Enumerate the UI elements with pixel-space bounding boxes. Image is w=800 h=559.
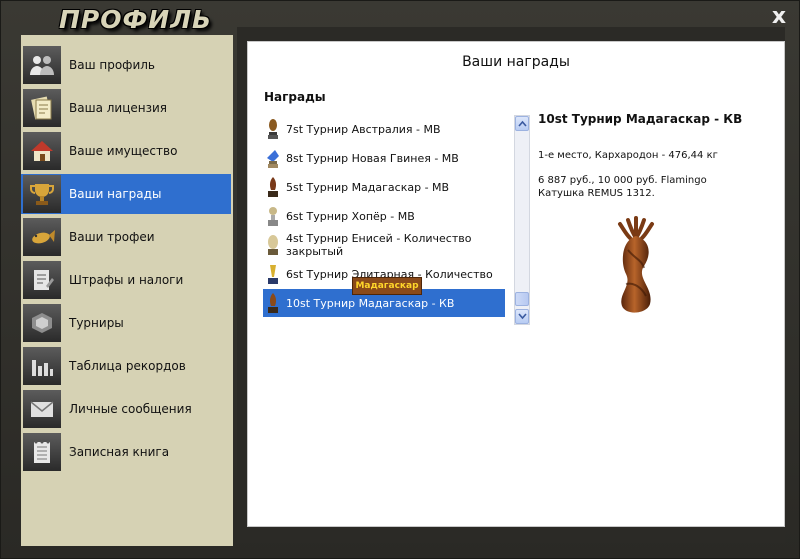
- trophy-icon: [268, 207, 278, 226]
- trophy-icon: [268, 265, 278, 284]
- sidebar-item-label: Ваши трофеи: [69, 230, 155, 244]
- sidebar-item-label: Ваши награды: [69, 187, 162, 201]
- list-item[interactable]: 6st Турнир Хопёр - МВ: [263, 202, 505, 230]
- award-name: 4st Турнир Енисей - Количество закрытый: [286, 232, 472, 258]
- awards-scrollbar[interactable]: [514, 115, 530, 325]
- sidebar-item-records[interactable]: Таблица рекордов: [21, 346, 231, 386]
- sidebar-item-label: Штрафы и налоги: [69, 273, 184, 287]
- sidebar-item-label: Турниры: [69, 316, 124, 330]
- chevron-up-icon: [518, 120, 527, 127]
- house-icon: [23, 132, 61, 170]
- profile-window: ПРОФИЛЬ x Ваш профиль Ваша лицензия Ваше…: [0, 0, 800, 559]
- sidebar-item-awards[interactable]: Ваши награды: [21, 174, 231, 214]
- trophy-icon: [268, 293, 278, 313]
- tournament-icon: [23, 304, 61, 342]
- fish-icon: [23, 218, 61, 256]
- awards-panel: Ваши награды Награды 7st Турнир Австрали…: [247, 41, 785, 527]
- sidebar-item-trophies[interactable]: Ваши трофеи: [21, 217, 231, 257]
- award-detail-prize: 6 887 руб., 10 000 руб. Flamingo Катушка…: [538, 175, 707, 199]
- scroll-thumb[interactable]: [515, 292, 529, 306]
- close-icon: x: [771, 4, 787, 29]
- trophy-icon: [23, 175, 61, 213]
- scroll-down-button[interactable]: [515, 309, 529, 324]
- award-name: 8st Турнир Новая Гвинея - МВ: [286, 151, 459, 165]
- window-title: ПРОФИЛЬ: [59, 5, 213, 34]
- sidebar-item-label: Ваш профиль: [69, 58, 155, 72]
- award-plate: Мадагаскар: [352, 277, 422, 295]
- chevron-down-icon: [518, 313, 527, 320]
- list-item[interactable]: 4st Турнир Енисей - Количество закрытый: [263, 231, 505, 259]
- list-item[interactable]: 7st Турнир Австралия - МВ: [263, 115, 505, 143]
- sidebar-item-label: Ваше имущество: [69, 144, 178, 158]
- bar-chart-icon: [23, 347, 61, 385]
- envelope-icon: [23, 390, 61, 428]
- sidebar-item-label: Ваша лицензия: [69, 101, 167, 115]
- award-statue-image: [618, 216, 654, 313]
- sidebar: Ваш профиль Ваша лицензия Ваше имущество…: [21, 35, 233, 546]
- sidebar-item-license[interactable]: Ваша лицензия: [21, 88, 231, 128]
- sidebar-item-label: Таблица рекордов: [69, 359, 186, 373]
- award-name: 7st Турнир Австралия - МВ: [286, 122, 441, 136]
- awards-heading: Награды: [264, 90, 326, 104]
- sidebar-item-messages[interactable]: Личные сообщения: [21, 389, 231, 429]
- award-name: 5st Турнир Мадагаскар - МВ: [286, 180, 450, 194]
- document-icon: [23, 261, 61, 299]
- award-name: 6st Турнир Хопёр - МВ: [286, 209, 415, 223]
- award-detail-title: 10st Турнир Мадагаскар - КВ: [538, 112, 743, 126]
- sidebar-item-fines[interactable]: Штрафы и налоги: [21, 260, 231, 300]
- list-item[interactable]: 8st Турнир Новая Гвинея - МВ: [263, 144, 505, 172]
- sidebar-item-profile[interactable]: Ваш профиль: [21, 45, 231, 85]
- sidebar-item-property[interactable]: Ваше имущество: [21, 131, 231, 171]
- panel-title: Ваши награды: [462, 54, 570, 70]
- award-detail-place: 1-е место, Кархародон - 476,44 кг: [538, 150, 718, 161]
- trophy-icon: [268, 177, 278, 197]
- trophy-icon: [268, 119, 278, 139]
- sidebar-item-tournaments[interactable]: Турниры: [21, 303, 231, 343]
- users-icon: [23, 46, 61, 84]
- trophy-icon: [268, 235, 278, 255]
- scroll-up-button[interactable]: [515, 116, 529, 131]
- license-icon: [23, 89, 61, 127]
- sidebar-item-notebook[interactable]: Записная книга: [21, 432, 231, 472]
- sidebar-item-label: Личные сообщения: [69, 402, 192, 416]
- sidebar-item-label: Записная книга: [69, 445, 170, 459]
- award-name: 10st Турнир Мадагаскар - КВ: [286, 296, 455, 310]
- close-button[interactable]: x: [769, 4, 789, 29]
- trophy-icon: [267, 150, 279, 168]
- notebook-icon: [23, 433, 61, 471]
- list-item[interactable]: 5st Турнир Мадагаскар - МВ: [263, 173, 505, 201]
